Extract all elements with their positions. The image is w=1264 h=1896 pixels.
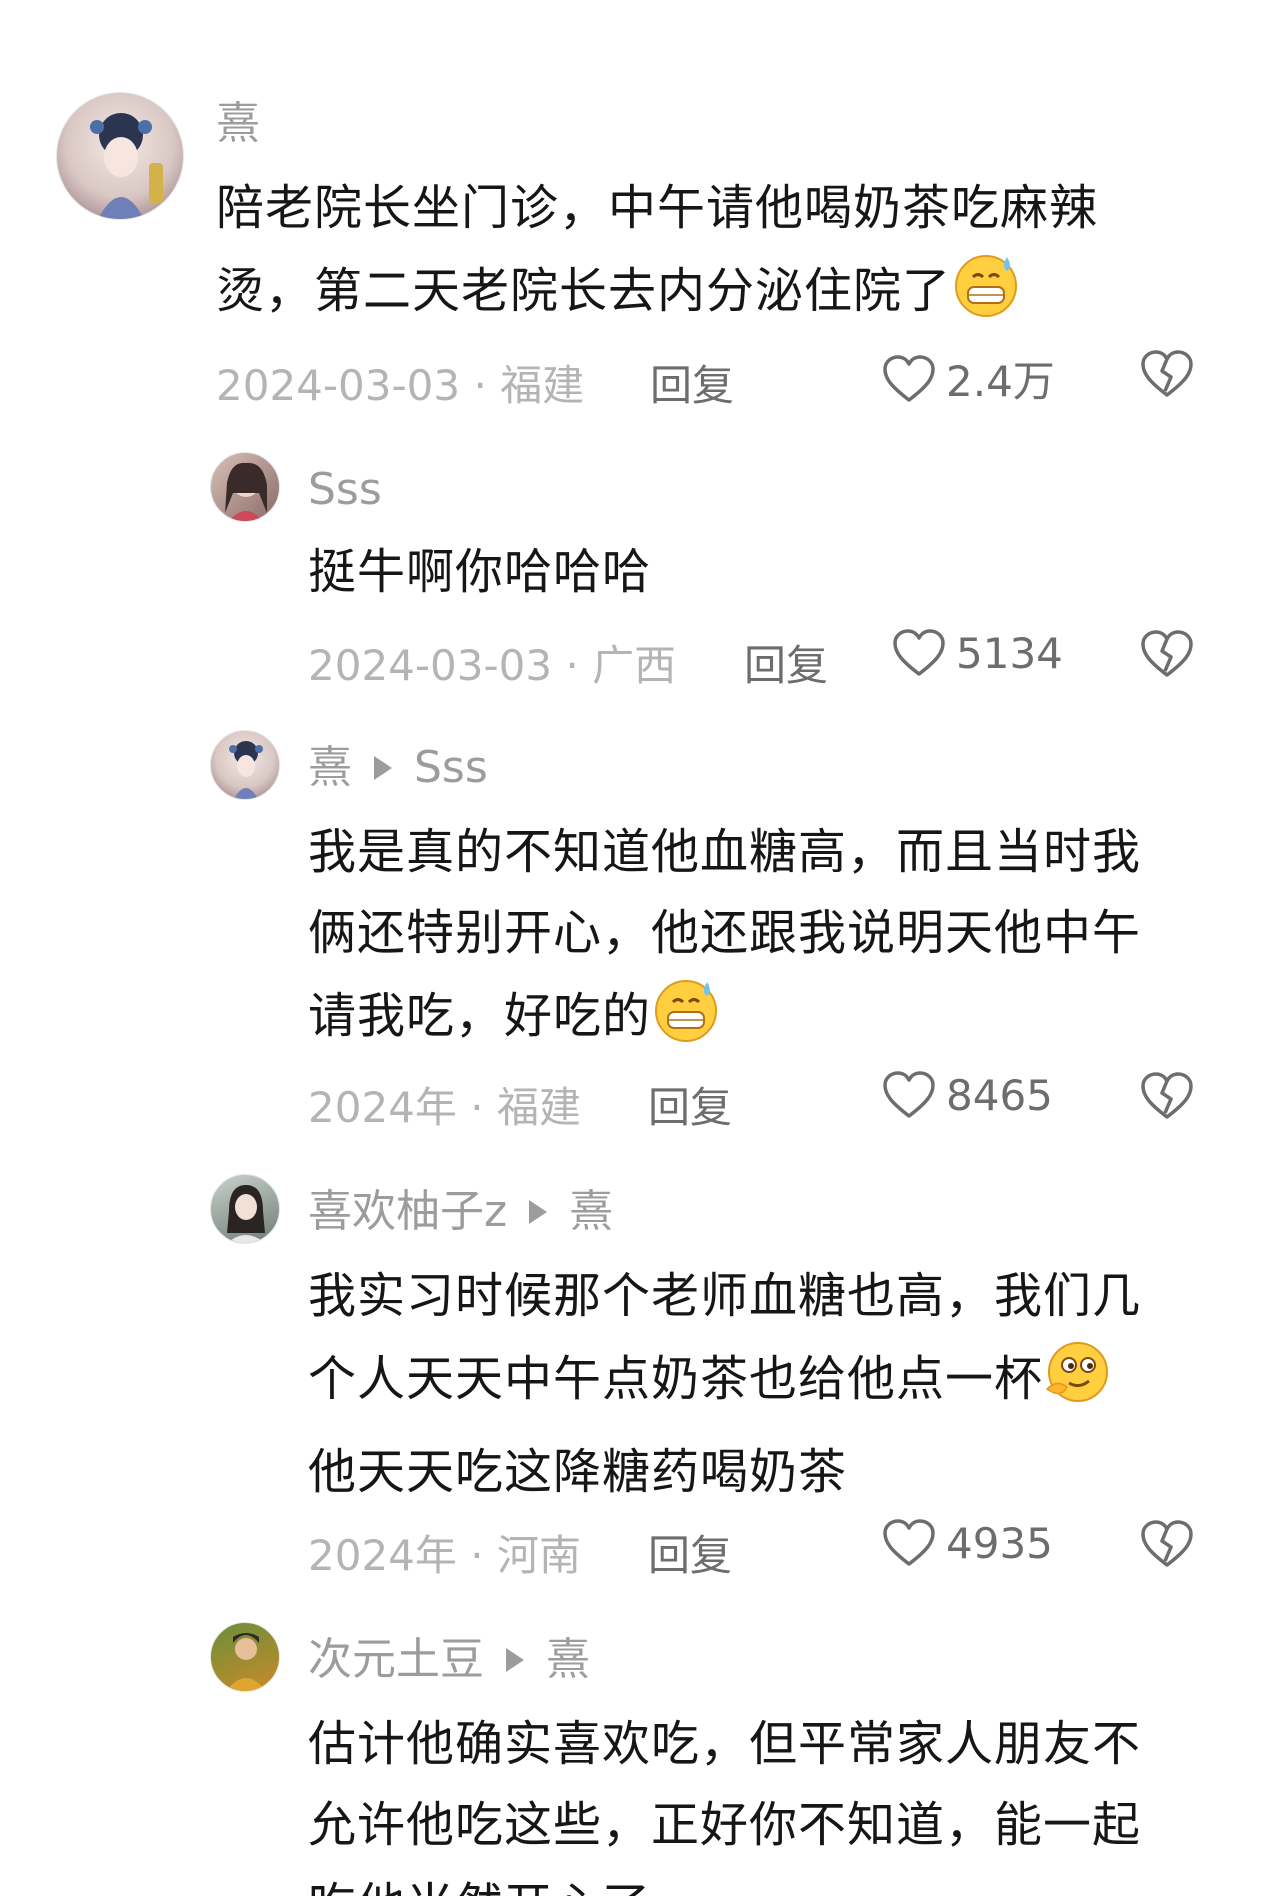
grimace-sweat-emoji <box>951 249 1021 344</box>
heart-icon <box>883 1071 935 1118</box>
comment-date: 2024年 <box>308 1531 457 1580</box>
avatar[interactable] <box>56 92 184 220</box>
comment-text-line: 估计他确实喜欢吃，但平常家人朋友不 <box>308 1716 1142 1772</box>
comment-text-line: 烫，第二天老院长去内分泌住院了 <box>216 249 1206 344</box>
like-button[interactable]: 5134 <box>892 628 1063 678</box>
separator-dot: · <box>565 641 579 690</box>
like-button[interactable]: 8465 <box>882 1070 1053 1120</box>
comment-username-author[interactable]: 熹 <box>308 742 352 793</box>
comment-text: 陪老院长坐门诊，中午请他喝奶茶吃麻辣 烫，第二天老院长去内分泌住院了 <box>216 168 1206 344</box>
reply-target-username[interactable]: 熹 <box>569 1186 613 1237</box>
like-count: 5134 <box>956 628 1063 678</box>
reply-button[interactable]: 回复 <box>648 1522 732 1583</box>
like-count: 8465 <box>946 1070 1053 1120</box>
comment-location: 福建 <box>496 1083 581 1132</box>
avatar[interactable] <box>210 1622 280 1692</box>
reply-arrow-icon <box>506 1648 524 1672</box>
comment-location: 河南 <box>496 1531 581 1580</box>
comment-location: 福建 <box>500 361 585 410</box>
comment-text-line: 挺牛啊你哈哈哈 <box>308 544 652 600</box>
comment-text-line: 允许他吃这些，正好你不知道，能一起 <box>308 1797 1142 1853</box>
broken-heart-icon[interactable] <box>1140 349 1194 399</box>
comment-text-line: 俩还特别开心，他还跟我说明天他中午 <box>308 905 1142 961</box>
reply-arrow-icon <box>374 756 392 780</box>
reply-target-username[interactable]: Sss <box>414 742 488 793</box>
comment-username: 次元土豆 熹 <box>308 1634 590 1686</box>
separator-dot: · <box>473 361 487 410</box>
comment-text-line: 我是真的不知道他血糖高，而且当时我 <box>308 824 1142 880</box>
comment-text: 我是真的不知道他血糖高，而且当时我 俩还特别开心，他还跟我说明天他中午 请我吃，… <box>308 812 1208 1069</box>
comment-username-author[interactable]: 喜欢柚子z <box>308 1186 507 1237</box>
comment-meta: 2024-03-03 · 广西 <box>308 632 676 693</box>
grimace-sweat-emoji <box>651 974 721 1069</box>
reply-button[interactable]: 回复 <box>648 1074 732 1135</box>
comment-text-line: 请我吃，好吃的 <box>308 974 1208 1069</box>
comment-text: 我实习时候那个老师血糖也高，我们几 个人天天中午点奶茶也给他点一杯 他天天吃这降… <box>308 1256 1208 1513</box>
comment-username[interactable]: Sss <box>308 464 382 516</box>
comment-date: 2024-03-03 <box>216 361 461 410</box>
like-button[interactable]: 2.4万 <box>882 348 1055 409</box>
comment-username[interactable]: 熹 <box>216 98 260 150</box>
reply-button[interactable]: 回复 <box>650 352 734 413</box>
comment-location: 广西 <box>592 641 677 690</box>
thinking-smirk-emoji <box>1043 1337 1113 1432</box>
comment-text-line: 陪老院长坐门诊，中午请他喝奶茶吃麻辣 <box>216 180 1099 236</box>
comment-text-line: 我实习时候那个老师血糖也高，我们几 <box>308 1268 1142 1324</box>
comment-date: 2024-03-03 <box>308 641 553 690</box>
comment-meta: 2024年 · 河南 <box>308 1522 581 1583</box>
comment-text-line: 他天天吃这降糖药喝奶茶 <box>308 1444 848 1500</box>
comment-text: 挺牛啊你哈哈哈 <box>308 532 1208 613</box>
comment-text-line: 个人天天中午点奶茶也给他点一杯 <box>308 1337 1208 1432</box>
heart-icon <box>893 629 945 676</box>
comment-text-line: 吃他当然开心了 <box>308 1866 1208 1896</box>
broken-heart-icon[interactable] <box>1140 1071 1194 1121</box>
comment-username-author[interactable]: 次元土豆 <box>308 1634 484 1685</box>
comment-date: 2024年 <box>308 1083 457 1132</box>
broken-heart-icon[interactable] <box>1140 1519 1194 1569</box>
comment-thread: 熹 陪老院长坐门诊，中午请他喝奶茶吃麻辣 烫，第二天老院长去内分泌住院了 202… <box>0 0 1264 1896</box>
separator-dot: · <box>470 1083 484 1132</box>
comment-username: 熹 Sss <box>308 742 488 794</box>
avatar[interactable] <box>210 1174 280 1244</box>
comment-meta: 2024-03-03 · 福建 <box>216 352 584 413</box>
like-button[interactable]: 4935 <box>882 1518 1053 1568</box>
like-count: 4935 <box>946 1518 1053 1568</box>
reply-arrow-icon <box>529 1200 548 1224</box>
broken-heart-icon[interactable] <box>1140 629 1194 679</box>
heart-icon <box>883 1519 935 1566</box>
reply-button[interactable]: 回复 <box>744 632 828 693</box>
comment-username: 喜欢柚子z 熹 <box>308 1186 613 1238</box>
reply-target-username[interactable]: 熹 <box>546 1634 590 1685</box>
avatar[interactable] <box>210 452 280 522</box>
separator-dot: · <box>470 1531 484 1580</box>
comment-text: 估计他确实喜欢吃，但平常家人朋友不 允许他吃这些，正好你不知道，能一起 吃他当然… <box>308 1704 1208 1896</box>
heart-icon <box>883 354 935 402</box>
avatar[interactable] <box>210 730 280 800</box>
comment-meta: 2024年 · 福建 <box>308 1074 581 1135</box>
like-count: 2.4万 <box>946 357 1055 406</box>
